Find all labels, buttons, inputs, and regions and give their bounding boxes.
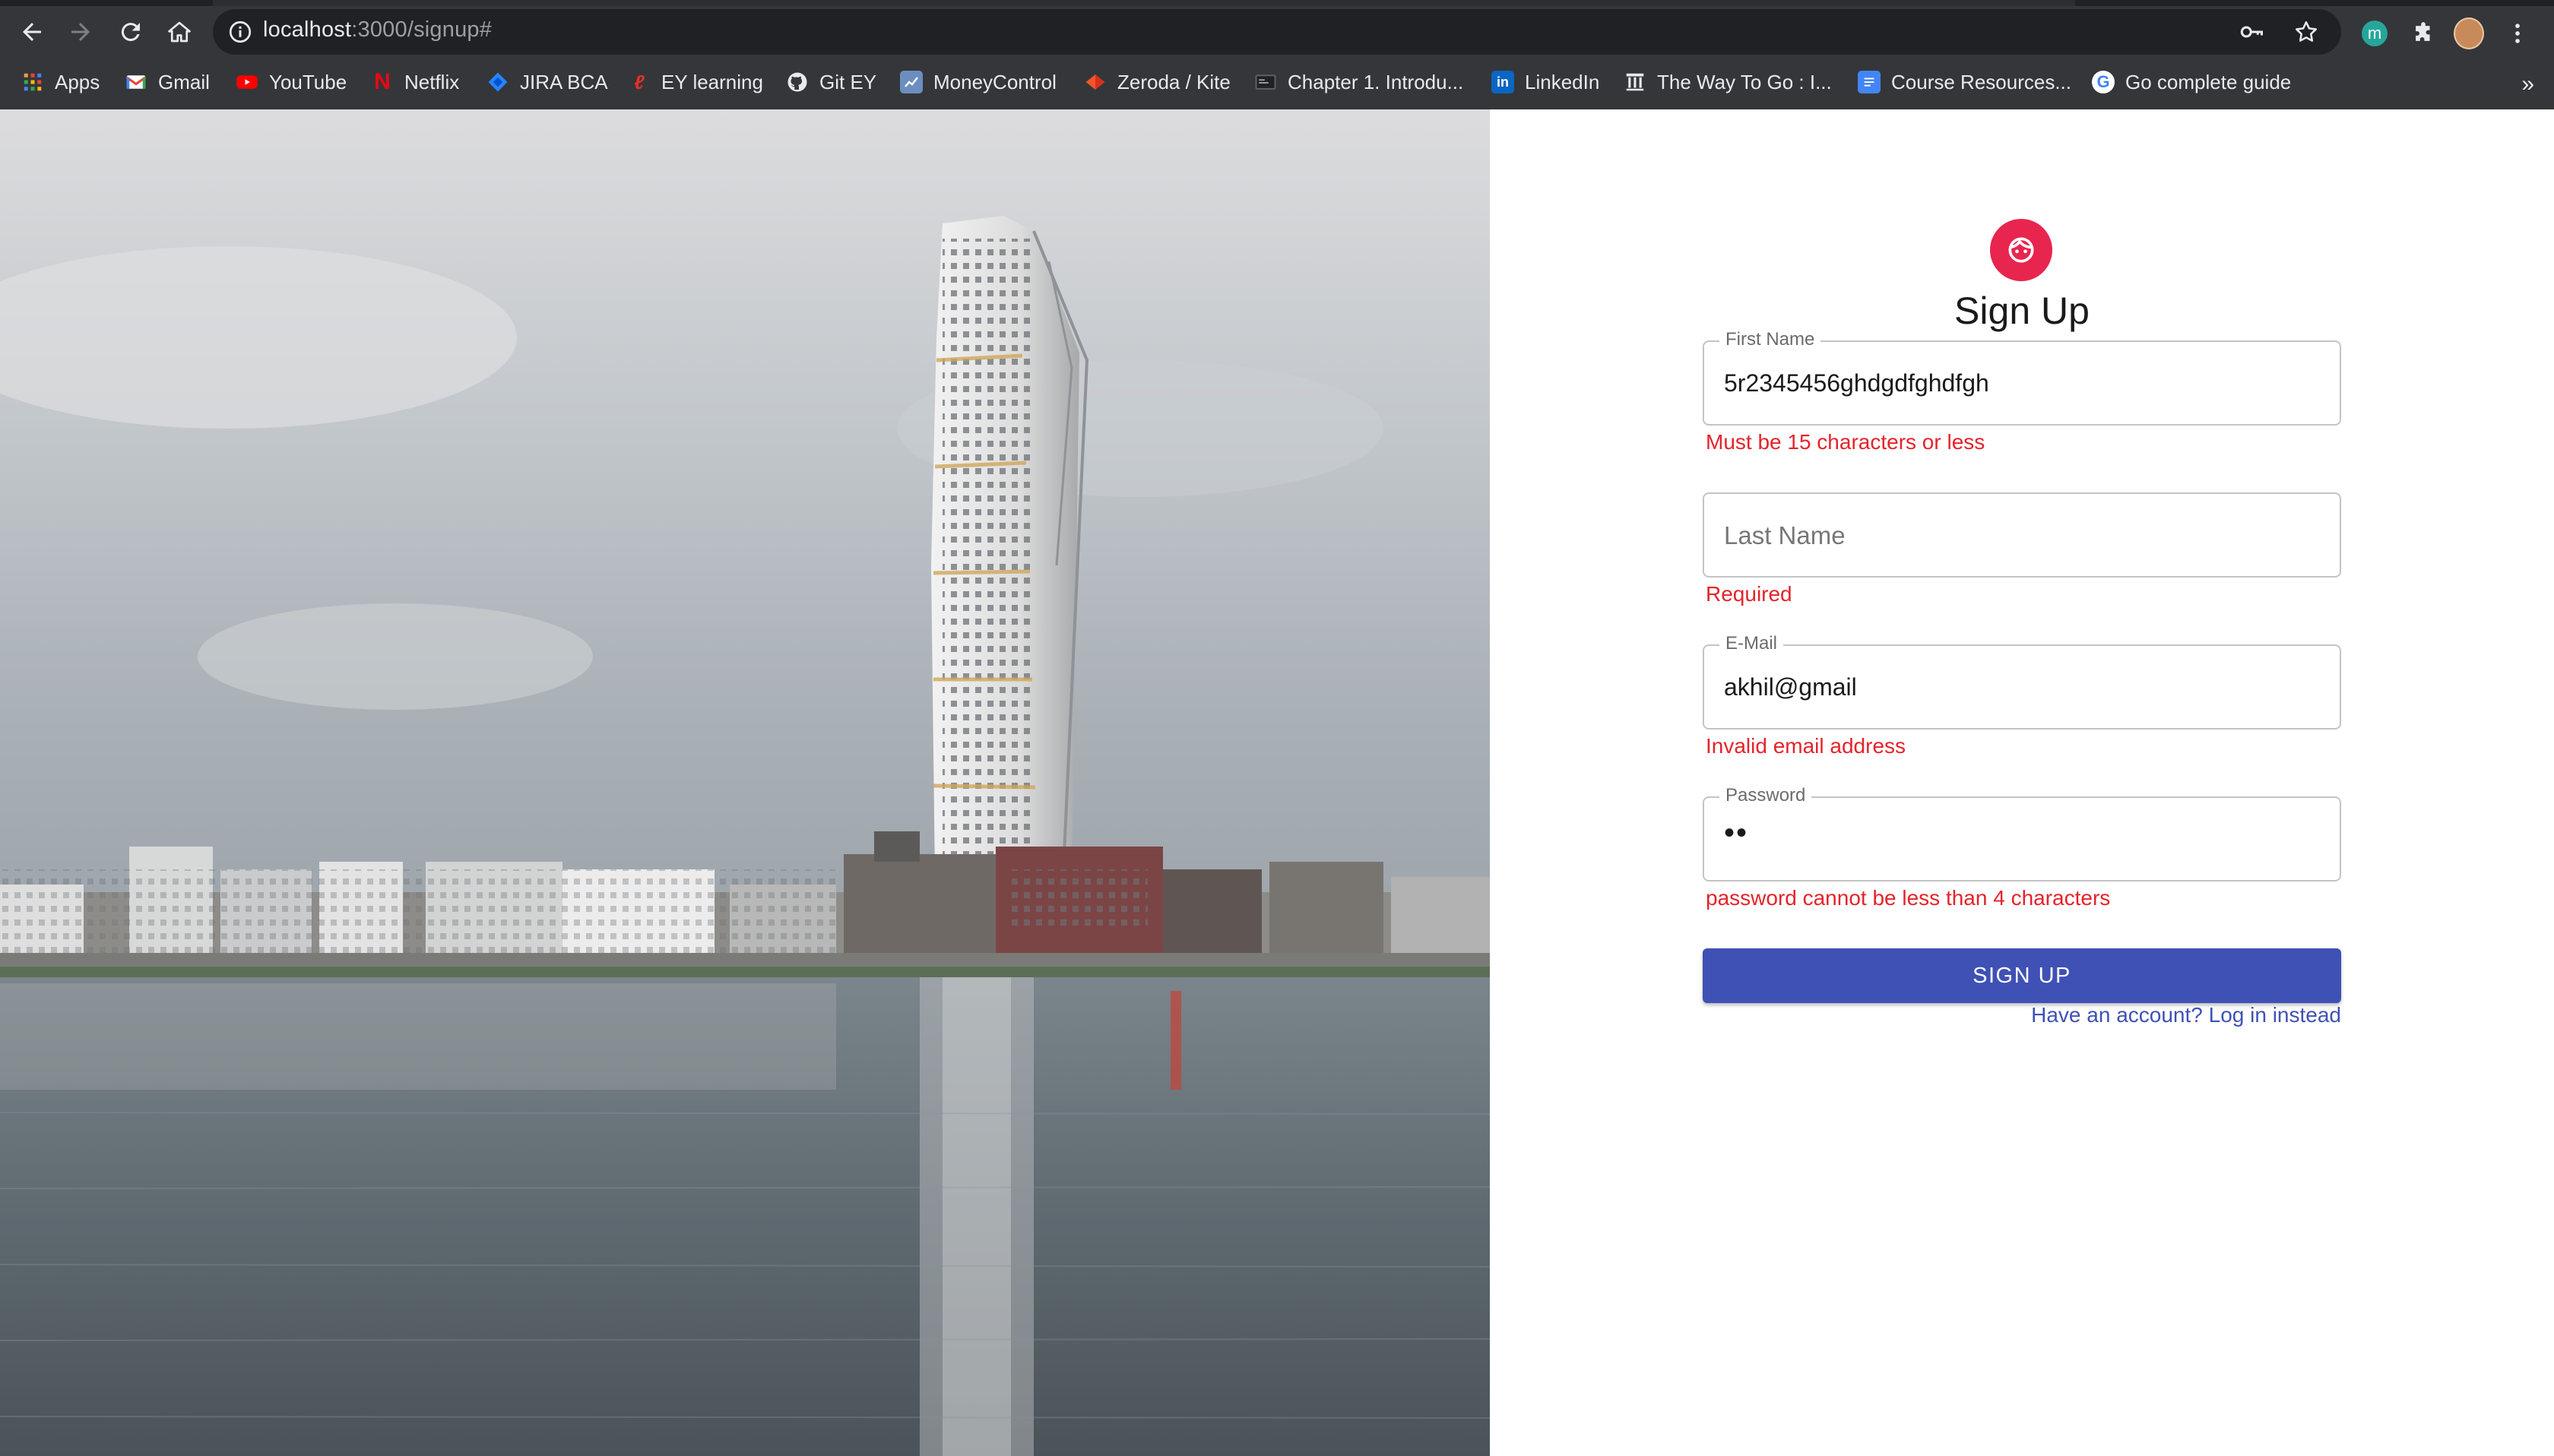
- password-error: password cannot be less than 4 character…: [1706, 886, 2111, 910]
- moneycontrol-icon: [900, 71, 923, 93]
- youtube-icon: [236, 71, 258, 93]
- bookmark-netflix[interactable]: N Netflix: [371, 67, 459, 97]
- bookmarks-bar: Apps Gmail YouTube N Netflix JIRA BCA ℓ: [0, 59, 2554, 106]
- bookmark-go-complete-guide[interactable]: G Go complete guide: [2092, 67, 2291, 97]
- building-icon: [1624, 71, 1646, 93]
- last-name-field[interactable]: Last Name: [1703, 492, 2341, 578]
- page-icon: [1254, 71, 1277, 93]
- email-value: akhil@gmail: [1724, 673, 1857, 701]
- url-text[interactable]: localhost:3000/signup#: [263, 17, 492, 43]
- bookmark-linkedin[interactable]: in LinkedIn: [1491, 67, 1599, 97]
- active-tab[interactable]: [213, 0, 2075, 6]
- google-icon: G: [2092, 71, 2115, 93]
- omnibox-actions: [2238, 18, 2320, 46]
- email-field[interactable]: E-Mail akhil@gmail: [1703, 633, 2341, 730]
- bookmark-label: Chapter 1. Introdu...: [1288, 70, 1464, 93]
- bookmark-label: EY learning: [661, 70, 763, 93]
- signup-form: Sign Up First Name 5r2345456ghdgdfghdfgh…: [1703, 109, 2341, 1456]
- browser-chrome: localhost:3000/signup# m Apps Gmail YouT…: [0, 0, 2554, 109]
- bookmark-youtube[interactable]: YouTube: [236, 67, 347, 97]
- last-name-placeholder: Last Name: [1724, 521, 1846, 549]
- profile-avatar[interactable]: [2454, 17, 2484, 49]
- arrow-left-icon: [23, 23, 41, 41]
- bookmark-gmail[interactable]: Gmail: [125, 67, 210, 97]
- page-title: Sign Up: [1954, 290, 2090, 332]
- kite-icon: [1084, 71, 1107, 93]
- bookmark-label: Course Resources...: [1891, 70, 2071, 93]
- netflix-icon: N: [374, 69, 391, 94]
- back-button[interactable]: [14, 14, 50, 50]
- first-name-field[interactable]: First Name 5r2345456ghdgdfghdfgh: [1703, 329, 2341, 426]
- forward-button[interactable]: [62, 14, 99, 50]
- arrow-right-icon: [71, 23, 90, 41]
- home-icon: [168, 21, 191, 43]
- linkedin-icon: in: [1491, 71, 1514, 93]
- bookmark-label: Apps: [55, 70, 100, 93]
- browser-toolbar: localhost:3000/signup# m: [0, 6, 2554, 58]
- bookmark-moneycontrol[interactable]: MoneyControl: [900, 67, 1057, 97]
- reload-button[interactable]: [112, 14, 149, 50]
- first-name-error: Must be 15 characters or less: [1706, 430, 1985, 454]
- bookmark-label: Git EY: [819, 70, 877, 93]
- bookmark-label: MoneyControl: [933, 70, 1057, 93]
- bookmark-label: The Way To Go : I...: [1657, 70, 1832, 93]
- face-icon: [2008, 237, 2034, 263]
- bookmark-apps[interactable]: Apps: [21, 67, 100, 97]
- avatar: [1990, 219, 2052, 281]
- key-icon[interactable]: [2238, 18, 2265, 46]
- turning-torso-tower: [931, 216, 1089, 877]
- reload-icon: [121, 23, 140, 42]
- bookmark-zeroda-kite[interactable]: Zeroda / Kite: [1084, 67, 1231, 97]
- extensions-puzzle-icon[interactable]: [2408, 18, 2438, 49]
- bookmark-ey-learning[interactable]: ℓ EY learning: [628, 67, 763, 97]
- login-link[interactable]: Have an account? Log in instead: [2031, 1003, 2341, 1027]
- first-name-label: First Name: [1719, 329, 1821, 350]
- github-icon: [786, 71, 809, 93]
- bookmark-label: Zeroda / Kite: [1117, 70, 1231, 93]
- bookmark-label: Gmail: [158, 70, 210, 93]
- last-name-error: Required: [1706, 582, 1792, 606]
- url-path: :3000/signup#: [351, 17, 493, 42]
- bookmark-jira-bca[interactable]: JIRA BCA: [486, 67, 608, 97]
- bookmark-chapter-1[interactable]: Chapter 1. Introdu...: [1254, 67, 1463, 97]
- signup-button[interactable]: SIGN UP: [1703, 948, 2341, 1003]
- page-content: Sign Up First Name 5r2345456ghdgdfghdfgh…: [0, 109, 2554, 1456]
- city-waterfront-photo: [0, 109, 1490, 1456]
- bookmark-label: YouTube: [269, 70, 347, 93]
- bookmarks-overflow-button[interactable]: »: [2521, 71, 2534, 97]
- ey-learning-icon: ℓ: [634, 70, 645, 93]
- info-icon[interactable]: [227, 18, 254, 46]
- extension-m-icon[interactable]: m: [2359, 18, 2390, 49]
- password-value: ••: [1724, 816, 1749, 850]
- first-name-value: 5r2345456ghdgdfghdfgh: [1724, 369, 1989, 397]
- bookmark-label: LinkedIn: [1525, 70, 1600, 93]
- password-field[interactable]: Password ••: [1703, 785, 2341, 882]
- gmail-icon: [125, 71, 147, 93]
- bookmark-the-way-to-go[interactable]: The Way To Go : I...: [1624, 67, 1832, 97]
- tab-strip: [0, 0, 2554, 6]
- star-icon[interactable]: [2293, 18, 2320, 46]
- email-error: Invalid email address: [1706, 734, 1906, 758]
- jira-icon: [486, 71, 509, 93]
- url-host: localhost: [263, 17, 352, 42]
- bookmark-git-ey[interactable]: Git EY: [786, 67, 876, 97]
- apps-grid-icon: [21, 71, 44, 93]
- menu-kebab-icon[interactable]: [2502, 18, 2533, 49]
- water-reflection: [0, 977, 1490, 1456]
- bookmark-label: JIRA BCA: [520, 70, 608, 93]
- password-label: Password: [1719, 785, 1812, 806]
- bookmark-label: Netflix: [404, 70, 460, 93]
- bookmark-label: Go complete guide: [2125, 70, 2292, 93]
- email-label: E-Mail: [1719, 633, 1784, 654]
- home-button[interactable]: [161, 14, 198, 50]
- bookmark-course-resources[interactable]: Course Resources...: [1858, 67, 2071, 97]
- address-bar[interactable]: localhost:3000/signup#: [213, 9, 2341, 55]
- docs-icon: [1858, 71, 1881, 93]
